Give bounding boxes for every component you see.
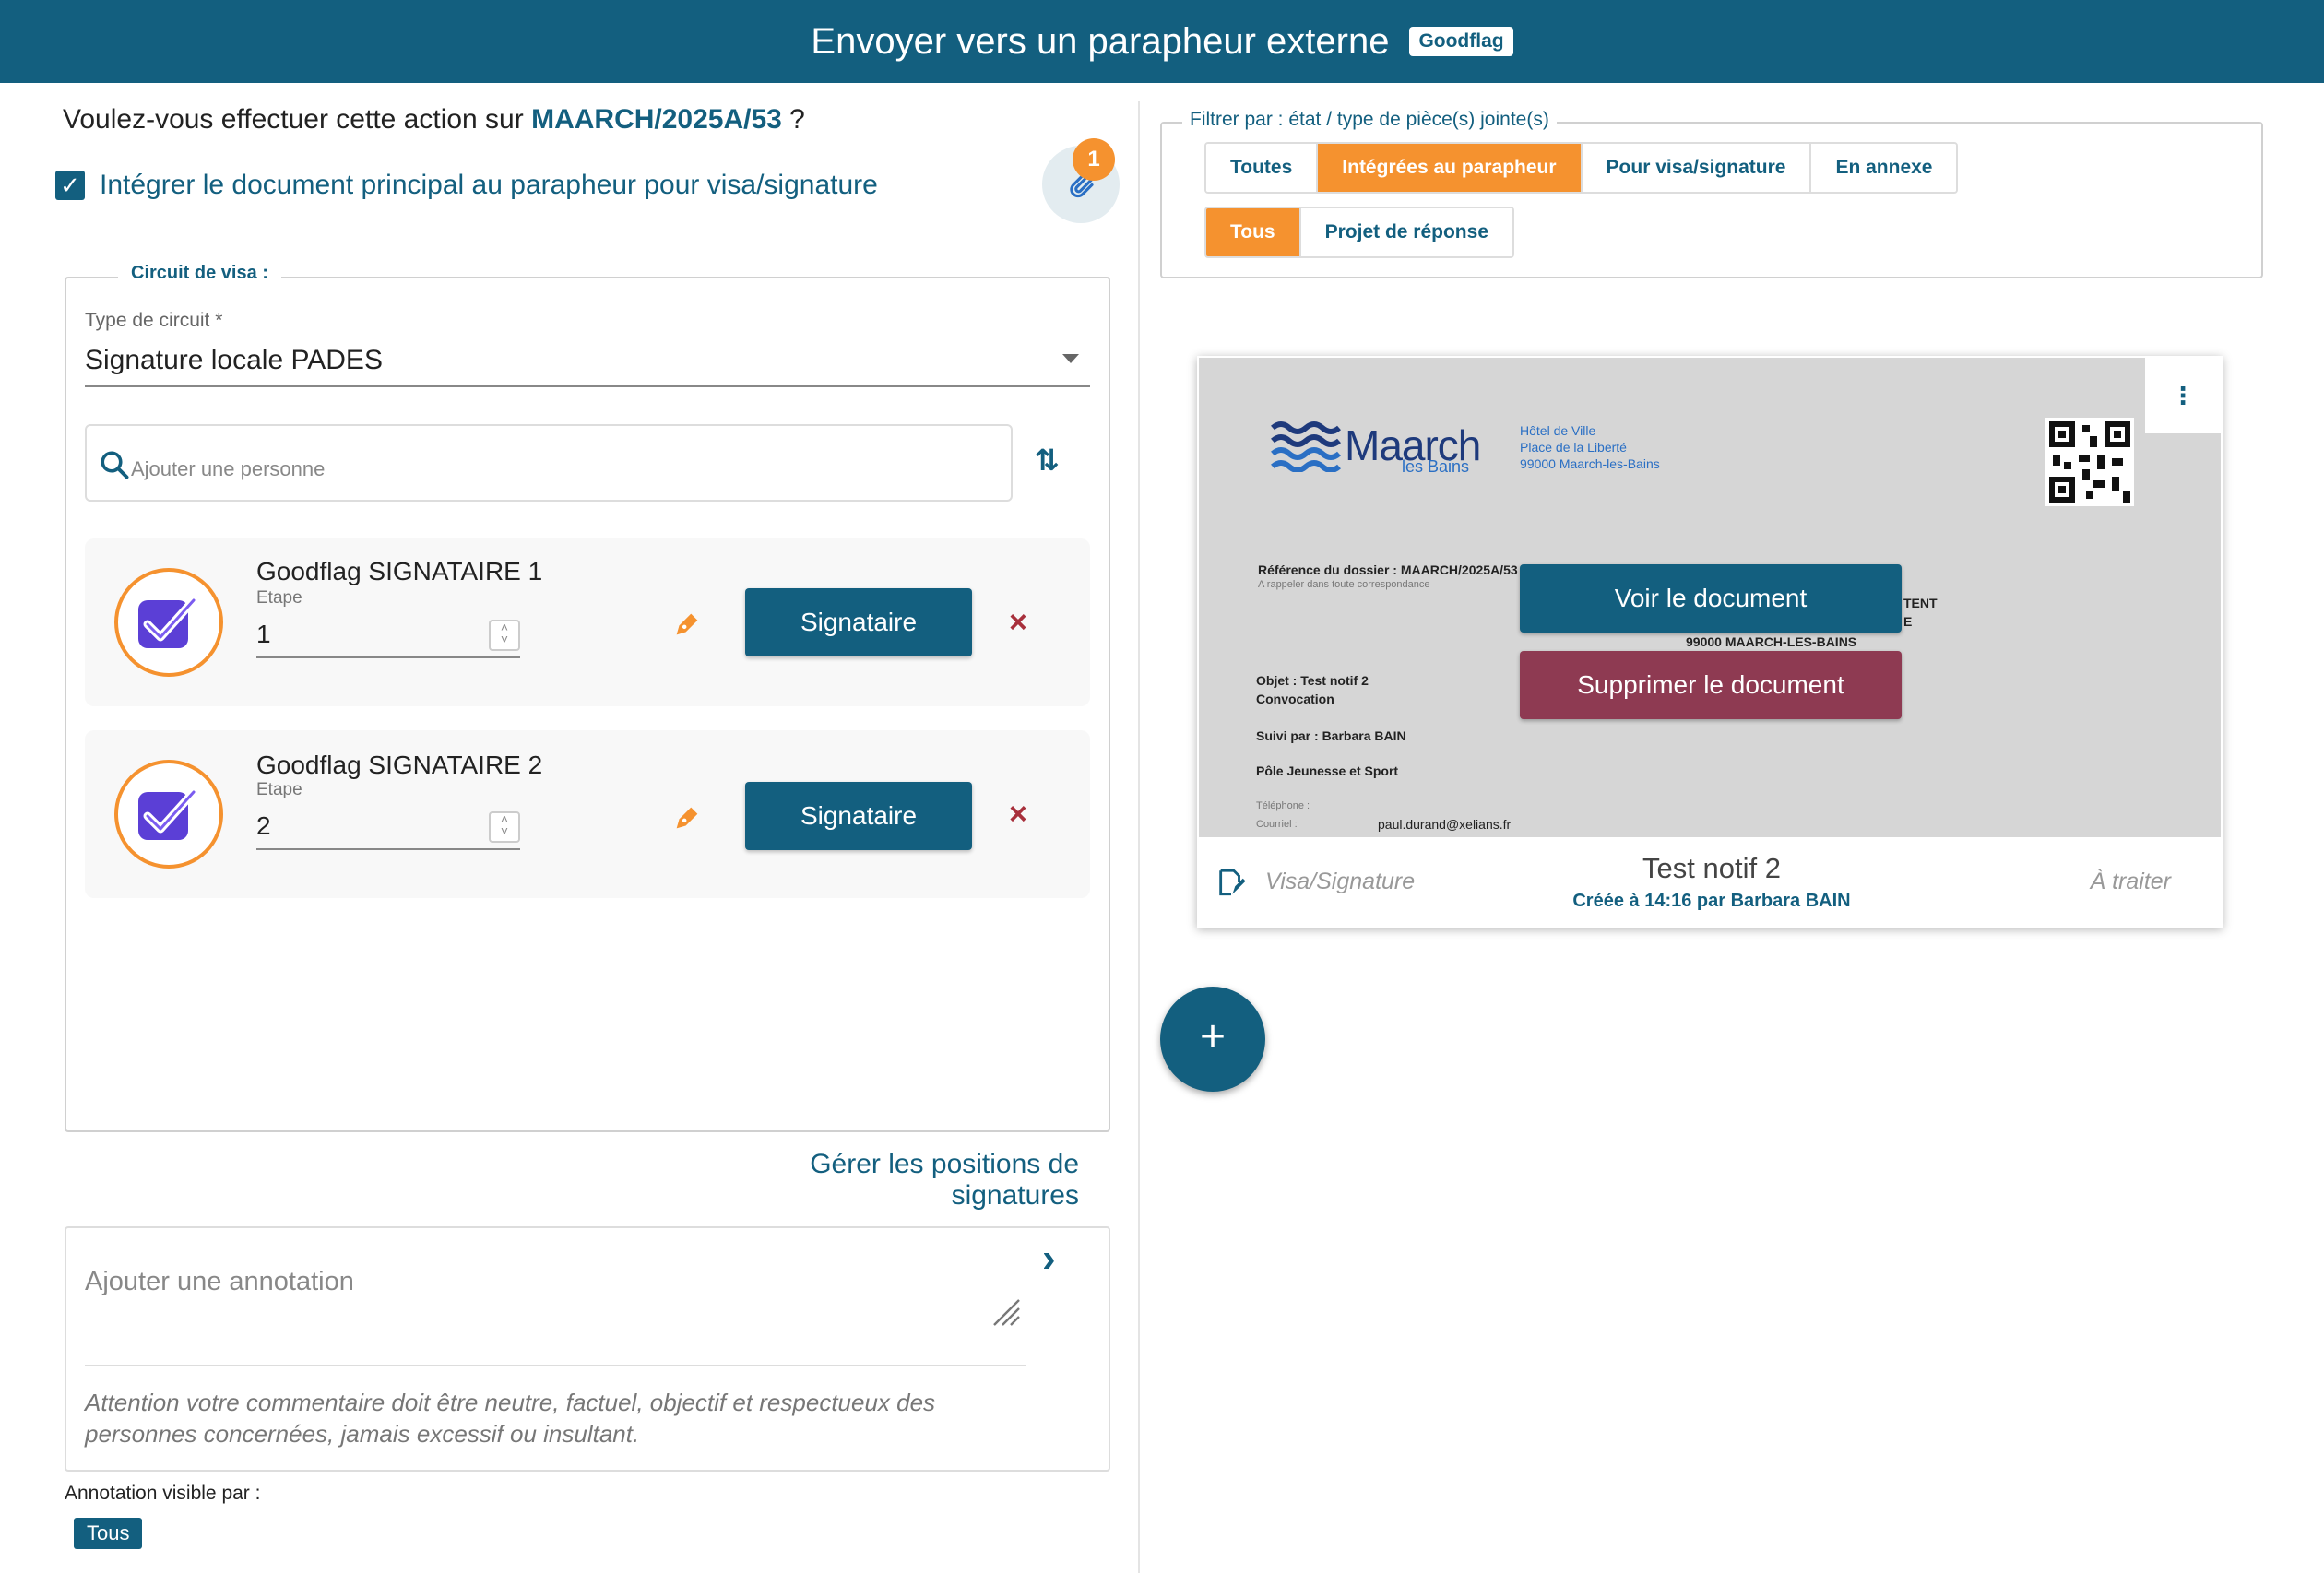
question-reference: MAARCH/2025A/53	[531, 104, 782, 135]
annotation-divider	[85, 1365, 1026, 1366]
modal-header: Envoyer vers un parapheur externe Goodfl…	[0, 0, 2324, 83]
tab-toutes[interactable]: Toutes	[1206, 144, 1319, 192]
signature-doc-icon	[1219, 869, 1246, 896]
sort-icon[interactable]: ⇅	[1035, 443, 1060, 478]
document-title: Test notif 2	[1642, 852, 1781, 884]
signer-name: Goodflag SIGNATAIRE 1	[256, 557, 543, 585]
preview-department: Pôle Jeunesse et Sport	[1256, 763, 1399, 778]
step-underline	[256, 848, 520, 850]
chevron-down-icon[interactable]	[1062, 354, 1079, 363]
add-person-placeholder: Ajouter une personne	[131, 457, 326, 480]
pen-icon[interactable]	[671, 609, 703, 640]
attachments-count-badge: 1	[1073, 138, 1115, 181]
remove-signer-icon[interactable]: ×	[1009, 605, 1027, 641]
preview-email-label: Courriel :	[1256, 819, 1298, 830]
preview-object-sub: Convocation	[1256, 692, 1334, 706]
logo-subtext: les Bains	[1402, 457, 1470, 476]
preview-email: paul.durand@xelians.fr	[1378, 817, 1512, 832]
preview-reference: Référence du dossier : MAARCH/2025A/53	[1258, 562, 1518, 577]
qr-code-icon	[2045, 418, 2134, 506]
etape-label: Etape	[256, 588, 302, 608]
resize-handle-icon[interactable]	[989, 1295, 1022, 1328]
signer-role-button[interactable]: Signataire	[745, 588, 972, 656]
tab-en-annexe[interactable]: En annexe	[1811, 144, 1957, 192]
filter-legend: Filtrer par : état / type de pièce(s) jo…	[1182, 109, 1557, 131]
step-stepper[interactable]: ˄ ˅	[489, 811, 520, 843]
step-underline	[256, 656, 520, 658]
circuit-type-underline	[85, 385, 1090, 387]
signer-avatar	[114, 760, 223, 869]
annotation-input[interactable]: Ajouter une annotation	[85, 1267, 354, 1297]
provider-badge: Goodflag	[1409, 27, 1513, 56]
delete-document-button[interactable]: Supprimer le document	[1520, 651, 1902, 719]
tab-visa-signature[interactable]: Pour visa/signature	[1582, 144, 1812, 192]
signer-name: Goodflag SIGNATAIRE 2	[256, 751, 543, 779]
tab-projet-reponse[interactable]: Projet de réponse	[1300, 208, 1512, 256]
pen-icon[interactable]	[671, 802, 703, 834]
goodflag-logo-icon	[138, 596, 198, 648]
annotation-visible-label: Annotation visible par :	[65, 1483, 261, 1504]
type-filter-tabs: Tous Projet de réponse	[1204, 207, 1514, 258]
preview-object: Objet : Test notif 2	[1256, 673, 1369, 688]
modal-title: Envoyer vers un parapheur externe	[811, 20, 1390, 62]
manage-signature-positions-link[interactable]: Gérer les positions de signatures	[682, 1149, 1079, 1212]
visa-circuit-legend: Circuit de visa :	[118, 263, 281, 284]
tab-tous[interactable]: Tous	[1206, 208, 1301, 256]
remove-signer-icon[interactable]: ×	[1009, 797, 1027, 833]
state-filter-tabs: Toutes Intégrées au parapheur Pour visa/…	[1204, 142, 1959, 194]
action-question: Voulez-vous effectuer cette action sur M…	[63, 104, 805, 136]
step-stepper[interactable]: ˄ ˅	[489, 620, 520, 651]
question-suffix: ?	[781, 104, 805, 135]
preview-followed-by: Suivi par : Barbara BAIN	[1256, 728, 1406, 743]
search-icon	[101, 451, 129, 479]
document-type: Visa/Signature	[1265, 869, 1416, 894]
more-options-icon[interactable]: ⋮	[2145, 358, 2221, 433]
preview-reference-note: A rappeler dans toute correspondance	[1258, 579, 1430, 590]
column-divider	[1138, 101, 1140, 1573]
tab-integrees[interactable]: Intégrées au parapheur	[1318, 144, 1583, 192]
step-input[interactable]: 1	[256, 620, 271, 649]
address-line: Place de la Liberté	[1520, 440, 1627, 455]
goodflag-logo-icon	[138, 787, 198, 840]
annotation-warning: Attention votre commentaire doit être ne…	[85, 1389, 936, 1448]
preview-recipient-fragment: E	[1903, 614, 1913, 629]
preview-phone: Téléphone :	[1256, 800, 1310, 811]
integrate-main-doc-label[interactable]: Intégrer le document principal au paraph…	[100, 170, 878, 201]
address-line: 99000 Maarch-les-Bains	[1520, 456, 1660, 471]
chevron-right-icon[interactable]: ›	[1042, 1236, 1056, 1282]
etape-label: Etape	[256, 780, 302, 799]
document-status: À traiter	[2090, 869, 2171, 894]
preview-recipient-city: 99000 MAARCH-LES-BAINS	[1686, 634, 1857, 649]
view-document-button[interactable]: Voir le document	[1520, 564, 1902, 633]
signer-role-button[interactable]: Signataire	[745, 782, 972, 850]
add-document-button[interactable]: +	[1160, 987, 1265, 1092]
signer-avatar	[114, 568, 223, 677]
preview-recipient-fragment: TENT	[1903, 596, 1938, 610]
integrate-main-doc-checkbox[interactable]: ✓	[55, 171, 85, 200]
circuit-type-label: Type de circuit *	[85, 310, 223, 331]
waves-logo-icon	[1271, 421, 1341, 472]
document-meta: Créée à 14:16 par Barbara BAIN	[1572, 891, 1851, 911]
address-line: Hôtel de Ville	[1520, 423, 1596, 438]
circuit-type-select[interactable]: Signature locale PADES	[85, 345, 383, 376]
step-input[interactable]: 2	[256, 811, 271, 841]
annotation-visible-chip[interactable]: Tous	[74, 1518, 143, 1549]
question-prefix: Voulez-vous effectuer cette action sur	[63, 104, 532, 135]
